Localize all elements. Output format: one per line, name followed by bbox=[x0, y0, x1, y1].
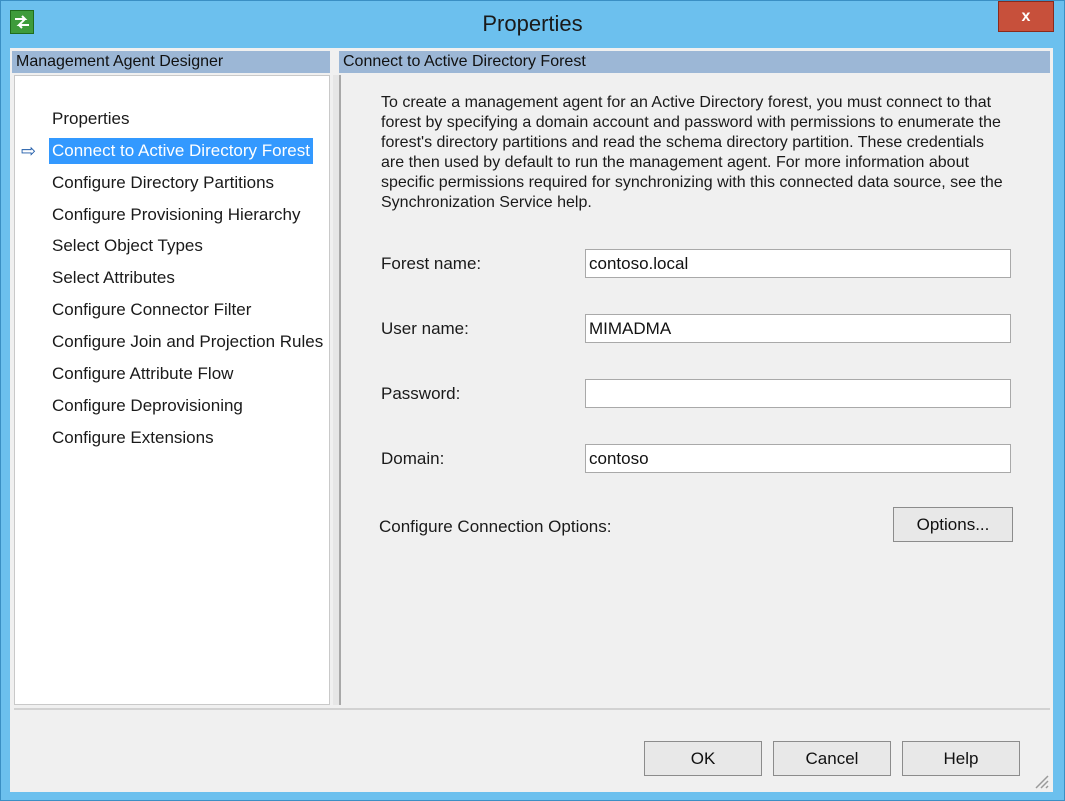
forest-name-input[interactable]: contoso.local bbox=[585, 249, 1011, 278]
window-title: Properties bbox=[482, 11, 583, 36]
password-input[interactable] bbox=[585, 379, 1011, 408]
instructions-text: To create a management agent for an Acti… bbox=[381, 94, 1003, 211]
user-name-label: User name: bbox=[381, 319, 469, 338]
current-page-arrow-icon: ⇨ bbox=[21, 141, 37, 161]
designer-nav-list: Properties ⇨ Connect to Active Directory… bbox=[14, 75, 330, 705]
nav-item-properties[interactable]: Properties bbox=[49, 106, 132, 132]
connection-options-label: Configure Connection Options: bbox=[379, 517, 612, 536]
user-name-input[interactable]: MIMADMA bbox=[585, 314, 1011, 343]
nav-item-connect-ad-forest[interactable]: Connect to Active Directory Forest bbox=[49, 138, 313, 164]
properties-window: Properties x Management Agent Designer C… bbox=[0, 0, 1065, 801]
resize-grip-icon[interactable] bbox=[1030, 770, 1050, 790]
cancel-button[interactable]: Cancel bbox=[773, 741, 891, 776]
footer-separator bbox=[14, 708, 1050, 710]
domain-input[interactable]: contoso bbox=[585, 444, 1011, 473]
nav-item-attribute-flow[interactable]: Configure Attribute Flow bbox=[49, 361, 236, 387]
options-button[interactable]: Options... bbox=[893, 507, 1013, 542]
help-button[interactable]: Help bbox=[902, 741, 1020, 776]
nav-item-directory-partitions[interactable]: Configure Directory Partitions bbox=[49, 170, 277, 196]
left-panel-header: Management Agent Designer bbox=[12, 51, 330, 73]
nav-item-provisioning-hierarchy[interactable]: Configure Provisioning Hierarchy bbox=[49, 202, 304, 228]
ok-button[interactable]: OK bbox=[644, 741, 762, 776]
title-bar[interactable]: Properties x bbox=[1, 1, 1064, 46]
forest-name-label: Forest name: bbox=[381, 254, 482, 273]
nav-item-object-types[interactable]: Select Object Types bbox=[49, 233, 206, 259]
domain-label: Domain: bbox=[381, 449, 445, 468]
nav-item-extensions[interactable]: Configure Extensions bbox=[49, 425, 217, 451]
nav-item-deprovisioning[interactable]: Configure Deprovisioning bbox=[49, 393, 246, 419]
nav-item-attributes[interactable]: Select Attributes bbox=[49, 265, 178, 291]
password-label: Password: bbox=[381, 384, 461, 403]
nav-item-connector-filter[interactable]: Configure Connector Filter bbox=[49, 297, 254, 323]
dialog-client-area: Management Agent Designer Connect to Act… bbox=[10, 48, 1053, 792]
close-button[interactable]: x bbox=[998, 1, 1054, 32]
right-panel-header: Connect to Active Directory Forest bbox=[339, 51, 1050, 73]
connect-forest-panel: To create a management agent for an Acti… bbox=[339, 75, 1050, 705]
nav-item-join-projection-rules[interactable]: Configure Join and Projection Rules bbox=[49, 329, 326, 355]
